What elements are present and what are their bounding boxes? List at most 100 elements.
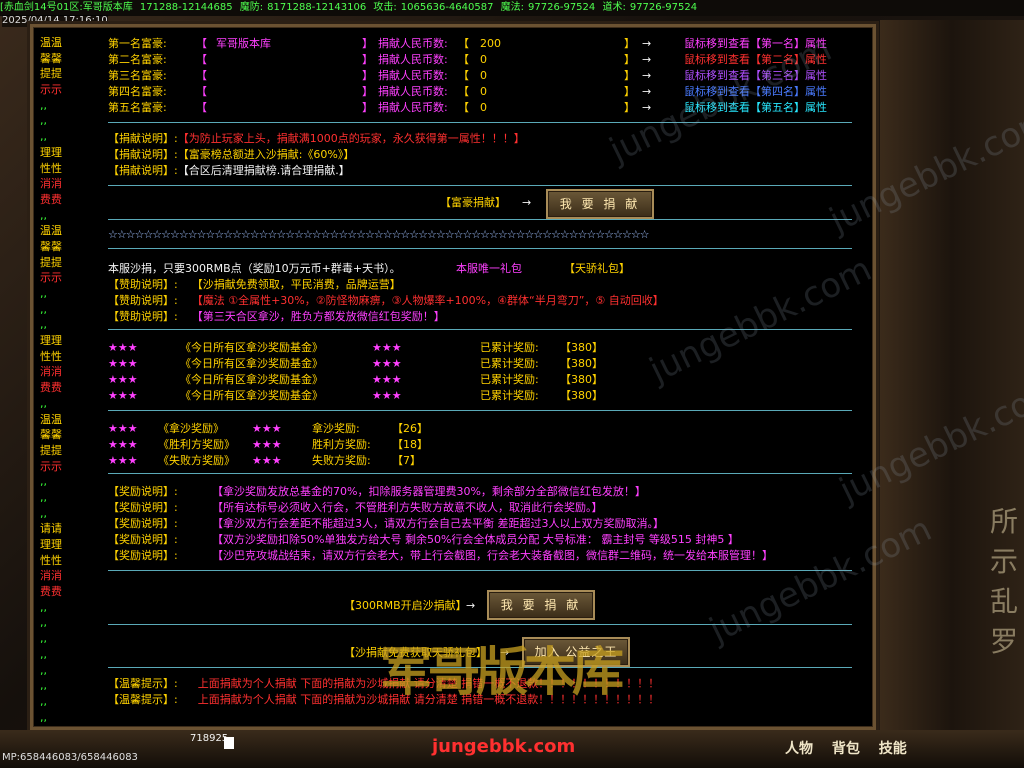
arrow: → [522,196,532,209]
donate-note: 【捐献说明】:【为防止玩家上头，捐献满1000点的玩家，永久获得第一属性！！！】 [108,132,525,145]
rich-name-open: 【 [196,69,207,82]
side-label: ,, [40,114,47,128]
side-label: 温温 [40,224,62,238]
divider [108,248,852,249]
tao-label: 道术: [602,2,626,13]
side-label: 馨馨 [40,51,62,65]
rich-amount-close: 】 [624,69,635,82]
attack-label: 攻击: [373,2,397,13]
sponsor-note: 【赞助说明】: 【魔法 ①全属性+30%，②防怪物麻痹，③人物爆率+100%，④群… [108,294,664,307]
sponsor-note: 【赞助说明】: 【沙捐献免费领取，平民消费，品牌运营】 [108,278,401,291]
side-label: 性性 [40,553,62,567]
rich-name-close: 】 [362,69,373,82]
arrow: → [466,599,476,612]
fund-stars-2: ★★★ [372,373,402,386]
rich-name-close: 】 [362,85,373,98]
bag-button[interactable]: 背包 [832,741,860,757]
rich-donate-label: 【富豪捐献】 [440,196,506,209]
side-labels: 温温 馨馨 提提 示示,,,,,, 理理 性性 消消 费费,, 温温 馨馨 提提 示示,,,,,, 理理… [40,35,70,725]
fund-name: 《今日所有区拿沙奖励基金》 [180,389,323,402]
rich-hint-link[interactable]: 鼠标移到查看【第四名】属性 [684,84,827,99]
side-label: 理理 [40,538,62,551]
divider [108,570,852,571]
rich-name-close: 】 [362,37,373,50]
divider [108,410,852,411]
arrow: → [642,53,652,66]
side-label: 消消 [40,177,62,191]
rich-rank: 第五名富豪: [108,101,167,114]
side-label: ,, [40,506,47,520]
fund-name: 《今日所有区拿沙奖励基金》 [180,373,323,386]
rich-amount: 0 [480,53,487,66]
rich-amount-close: 】 [624,37,635,50]
donate-note: 【捐献说明】:【富豪榜总额进入沙捐献:《60%》】 [108,148,355,161]
sponsor-note: 【赞助说明】: 【第三天合区拿沙，胜负方都发放微信红包奖励！】 [108,310,445,323]
rich-hint-link[interactable]: 鼠标移到查看【第二名】属性 [684,52,827,67]
side-label: 请请 [40,522,62,536]
reward-stars-2: ★★★ [252,454,282,467]
reward-note-label: 【奖励说明】: [108,549,178,562]
reward-note-text: 【双方沙奖励扣除50%单独发方给大号 剩余50%行会全体成员分配 大号标准： 霸… [212,533,739,546]
arrow: → [642,37,652,50]
magic-label: 魔法: [500,2,525,13]
rich-amount-label: 捐献人民币数: [378,53,448,66]
side-label: 理理 [40,145,62,159]
side-label: ,, [40,475,47,489]
side-label: 示示 [40,83,62,97]
rich-amount-open: 【 [458,37,469,50]
rich-rank: 第二名富豪: [108,53,167,66]
arrow: → [642,85,652,98]
frame-glyph: 罗 [990,625,1019,658]
arrow: → [642,101,652,114]
divider [108,122,852,123]
magic-def-label: 魔防: [239,2,264,13]
fund-stars: ★★★ [108,389,138,402]
reward-stars-2: ★★★ [252,422,282,435]
rich-name-open: 【 [196,101,207,114]
rich-amount-label: 捐献人民币数: [378,85,448,98]
side-label: 提提 [40,255,62,269]
fund-stars: ★★★ [108,357,138,370]
fund-stars: ★★★ [108,373,138,386]
skills-button[interactable]: 技能 [879,741,907,757]
rich-amount: 200 [480,37,501,50]
reward-note-text: 【拿沙双方行会差距不能超过3人，请双方行会自己去平衡 差距超过3人以上双方奖励取… [212,517,664,530]
rich-donate-button[interactable]: 我 要 捐 献 [546,189,654,219]
rich-name-open: 【 [196,85,207,98]
reward-value: 【7】 [392,454,421,467]
side-label: ,, [40,318,47,332]
character-button[interactable]: 人物 [785,741,813,757]
reward-stars-2: ★★★ [252,438,282,451]
reward-note-label: 【奖励说明】: [108,533,178,546]
rich-amount-open: 【 [458,101,469,114]
reward-name: 《胜利方奖励》 [158,438,235,451]
left-number: 718925 [190,733,229,744]
side-label: ,, [40,98,47,112]
star-divider: ☆☆☆☆☆☆☆☆☆☆☆☆☆☆☆☆☆☆☆☆☆☆☆☆☆☆☆☆☆☆☆☆☆☆☆☆☆☆☆☆… [108,228,650,241]
reward-note-text: 【沙巴克攻城战结束，请双方行会老大，带上行会截图，行会老大装备截图，微信群二维码… [212,549,773,562]
sabak-intro: 本服沙捐，只要300RMB点（奖励10万元币+群毒+天书）。 [108,262,401,275]
side-label: 示示 [40,271,62,285]
rich-amount-open: 【 [458,69,469,82]
rich-amount-label: 捐献人民币数: [378,101,448,114]
rich-amount: 0 [480,101,487,114]
rich-amount-label: 捐献人民币数: [378,37,448,50]
sabak-donate-button[interactable]: 我 要 捐 献 [487,590,595,620]
reward-note-label: 【奖励说明】: [108,485,178,498]
rich-name: 军哥版本库 [216,37,271,50]
reward-note-label: 【奖励说明】: [108,501,178,514]
chat-input[interactable] [224,737,234,749]
side-label: 性性 [40,161,62,175]
fund-stars: ★★★ [108,341,138,354]
rich-hint-link[interactable]: 鼠标移到查看【第三名】属性 [684,68,827,83]
rich-amount-close: 】 [624,85,635,98]
attack-value: 1065636-4640587 [400,2,494,13]
hp-value: 171288-12144685 [139,2,233,13]
rich-rank: 第一名富豪: [108,37,167,50]
rich-hint-link[interactable]: 鼠标移到查看【第五名】属性 [684,100,827,115]
rich-hint-link[interactable]: 鼠标移到查看【第一名】属性 [684,36,827,51]
side-label: 馨馨 [40,239,62,253]
logo-text: 军哥版本库 [380,642,624,703]
rich-rank: 第四名富豪: [108,85,167,98]
divider [108,219,852,220]
